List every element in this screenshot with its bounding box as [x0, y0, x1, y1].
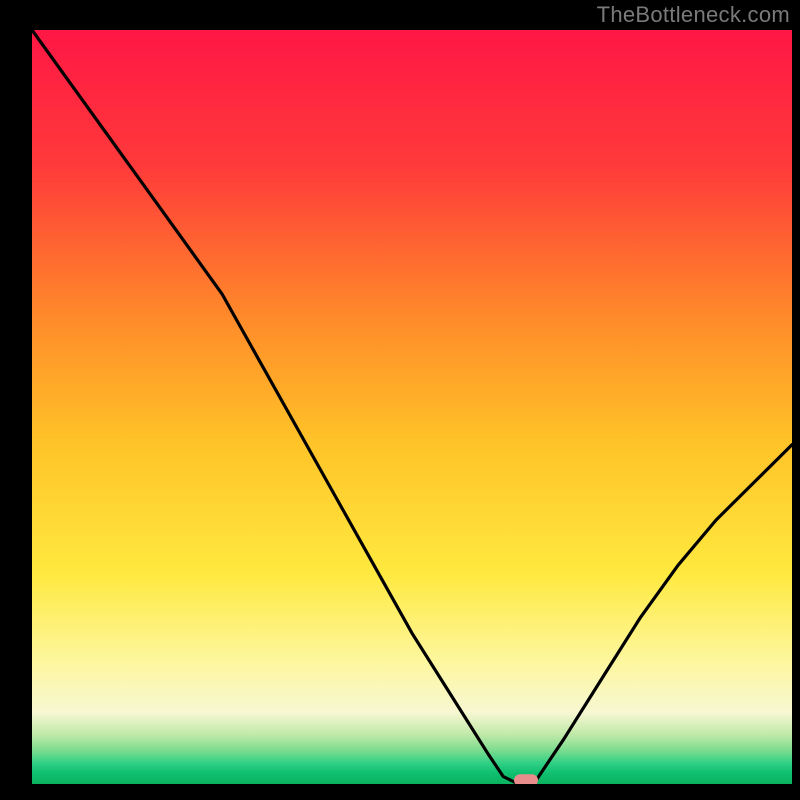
plot-background: [32, 30, 792, 784]
chart-frame: TheBottleneck.com: [0, 0, 800, 800]
bottleneck-chart: [0, 0, 800, 800]
watermark-text: TheBottleneck.com: [597, 2, 790, 28]
minimum-marker: [514, 774, 538, 786]
